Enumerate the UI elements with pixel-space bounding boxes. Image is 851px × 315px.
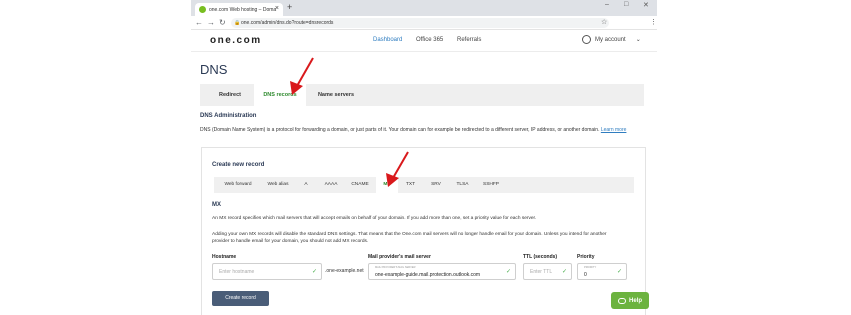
annotation-arrow-dns-records bbox=[290, 57, 314, 95]
forward-button[interactable]: → bbox=[207, 18, 215, 27]
checkmark-icon: ✓ bbox=[311, 269, 317, 275]
create-record-button[interactable]: Create record bbox=[212, 291, 269, 306]
chat-bubble-icon bbox=[617, 297, 626, 304]
bookmark-star-icon[interactable]: ☆ bbox=[601, 18, 607, 26]
window-close-button[interactable]: ✕ bbox=[643, 1, 649, 9]
section-title: DNS Administration bbox=[200, 113, 257, 119]
record-tab-srv[interactable]: SRV bbox=[423, 177, 449, 193]
browser-tab[interactable]: one.com Web hosting – Doma × bbox=[195, 3, 283, 16]
mail-server-field[interactable]: MAIL PROVIDER'S MAIL SERVER one-example-… bbox=[368, 263, 516, 280]
hostname-field[interactable]: Enter hostname ✓ bbox=[212, 263, 322, 280]
browser-tab-strip: one.com Web hosting – Doma × + – □ ✕ bbox=[191, 0, 657, 16]
browser-menu-icon[interactable]: ⋮ bbox=[650, 18, 657, 26]
checkmark-icon: ✓ bbox=[561, 269, 567, 275]
lock-icon: 🔒 bbox=[234, 20, 241, 26]
priority-field[interactable]: PRIORITY 0 ✓ bbox=[577, 263, 627, 280]
new-tab-button[interactable]: + bbox=[287, 2, 292, 12]
address-bar-row: ← → ↻ 🔒 one.com/admin/dns.do?route=dnsre… bbox=[191, 16, 657, 30]
learn-more-link[interactable]: Learn more bbox=[601, 127, 627, 133]
dns-description: DNS (Domain Name System) is a protocol f… bbox=[200, 127, 650, 133]
maximize-button[interactable]: □ bbox=[624, 1, 628, 8]
nav-referrals[interactable]: Referrals bbox=[457, 37, 481, 43]
create-record-card: Create new record Web forward Web alias … bbox=[201, 147, 646, 315]
nav-office-365[interactable]: Office 365 bbox=[416, 37, 443, 43]
account-menu[interactable]: My account ⌄ bbox=[582, 35, 641, 44]
hostname-suffix: .one-example.net bbox=[325, 268, 364, 274]
record-tab-tlsa[interactable]: TLSA bbox=[449, 177, 476, 193]
help-label: Help bbox=[628, 297, 642, 304]
back-button[interactable]: ← bbox=[195, 18, 203, 27]
one-com-logo[interactable]: one.com bbox=[210, 35, 262, 46]
tab-close-icon[interactable]: × bbox=[275, 5, 279, 12]
mail-server-label: Mail provider's mail server bbox=[368, 254, 431, 260]
mx-description: An MX record specifies which mail server… bbox=[212, 216, 537, 221]
dns-tabs: Redirect DNS records Name servers bbox=[200, 84, 644, 106]
record-tab-cname[interactable]: CNAME bbox=[344, 177, 376, 193]
url-text: one.com/admin/dns.do?route=dnsrecords bbox=[241, 20, 334, 26]
site-header: one.com Dashboard Office 365 Referrals M… bbox=[191, 30, 657, 52]
mx-warning-line-2: provider to handle email for your domain… bbox=[212, 238, 369, 244]
minimize-button[interactable]: – bbox=[605, 1, 609, 8]
ttl-label: TTL (seconds) bbox=[523, 254, 558, 260]
card-title: Create new record bbox=[212, 162, 265, 168]
record-tab-aaaa[interactable]: AAAA bbox=[318, 177, 344, 193]
checkmark-icon: ✓ bbox=[505, 269, 511, 275]
account-label: My account bbox=[595, 36, 626, 43]
chevron-down-icon: ⌄ bbox=[635, 37, 641, 43]
record-tab-sshfp[interactable]: SSHFP bbox=[476, 177, 506, 193]
browser-window: one.com Web hosting – Doma × + – □ ✕ ← →… bbox=[191, 0, 657, 315]
mx-title: MX bbox=[212, 202, 221, 208]
url-input[interactable]: 🔒 one.com/admin/dns.do?route=dnsrecords bbox=[231, 18, 609, 28]
record-tab-a[interactable]: A bbox=[294, 177, 318, 193]
hostname-label: Hostname bbox=[212, 254, 237, 260]
hostname-placeholder: Enter hostname bbox=[219, 269, 255, 275]
help-button[interactable]: Help bbox=[611, 292, 649, 309]
priority-label: Priority bbox=[577, 254, 595, 260]
record-type-tabs: Web forward Web alias A AAAA CNAME MX TX… bbox=[214, 177, 634, 193]
user-icon bbox=[582, 35, 591, 44]
annotation-arrow-mx bbox=[386, 151, 409, 187]
ttl-placeholder: Enter TTL bbox=[530, 269, 553, 275]
tab-redirect[interactable]: Redirect bbox=[207, 84, 253, 106]
record-tab-web-forward[interactable]: Web forward bbox=[214, 177, 262, 193]
priority-floating-label: PRIORITY bbox=[584, 266, 597, 269]
record-tab-web-alias[interactable]: Web alias bbox=[262, 177, 294, 193]
mail-server-floating-label: MAIL PROVIDER'S MAIL SERVER bbox=[375, 266, 416, 269]
description-text: DNS (Domain Name System) is a protocol f… bbox=[200, 127, 600, 133]
mail-server-value: one-example-guide.mail.protection.outloo… bbox=[375, 272, 481, 278]
page-title: DNS bbox=[200, 62, 228, 77]
favicon-icon bbox=[199, 6, 206, 13]
nav-dashboard[interactable]: Dashboard bbox=[373, 37, 402, 43]
checkmark-icon: ✓ bbox=[616, 269, 622, 275]
ttl-field[interactable]: Enter TTL ✓ bbox=[523, 263, 572, 280]
priority-value: 0 bbox=[584, 272, 587, 278]
reload-button[interactable]: ↻ bbox=[219, 18, 226, 27]
browser-tab-title: one.com Web hosting – Doma bbox=[209, 6, 277, 13]
